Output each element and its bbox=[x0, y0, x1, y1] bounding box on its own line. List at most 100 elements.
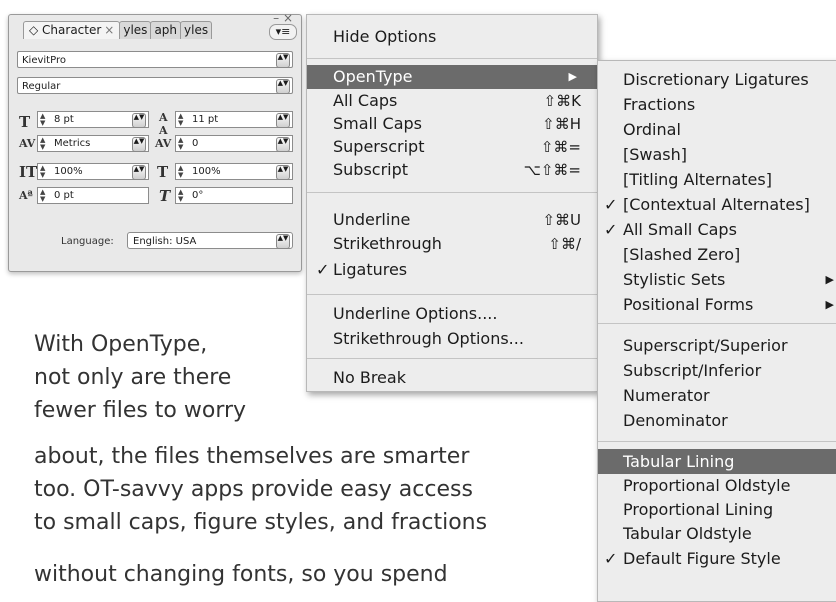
menu-separator bbox=[307, 192, 597, 193]
submenu-item-label: Proportional Oldstyle bbox=[623, 476, 791, 495]
font-size-stepper-icon[interactable]: ▲▼ bbox=[132, 113, 146, 128]
tracking-input[interactable]: ▲ ▼ 0 ▲▼ bbox=[175, 135, 293, 152]
submenu-item-label: Superscript/Superior bbox=[623, 336, 788, 355]
vertical-scale-stepper-icon[interactable]: ▲▼ bbox=[132, 165, 146, 180]
horizontal-scale-input[interactable]: ▲ ▼ 100% ▲▼ bbox=[175, 163, 293, 180]
menu-item-label: Small Caps bbox=[333, 114, 422, 133]
horizontal-scale-spin-icon[interactable]: ▲ ▼ bbox=[178, 165, 183, 179]
tab-character[interactable]: ◇ Character × bbox=[23, 21, 121, 39]
menu-item-strikethrough[interactable]: Strikethrough ⇧⌘/ bbox=[307, 232, 597, 256]
baseline-shift-value: 0 pt bbox=[54, 190, 74, 201]
checkmark-icon: ✓ bbox=[604, 195, 618, 214]
horizontal-scale-stepper-icon[interactable]: ▲▼ bbox=[276, 165, 290, 180]
submenu-item-discretionary-ligatures[interactable]: Discretionary Ligatures bbox=[598, 67, 836, 92]
submenu-item-proportional-lining[interactable]: Proportional Lining bbox=[598, 497, 836, 522]
submenu-item-superscript-superior[interactable]: Superscript/Superior bbox=[598, 333, 836, 358]
vertical-scale-spin-icon[interactable]: ▲ ▼ bbox=[40, 165, 45, 179]
menu-item-small-caps[interactable]: Small Caps ⇧⌘H bbox=[307, 112, 597, 136]
submenu-item-label: Denominator bbox=[623, 411, 728, 430]
panel-tabs: ◇ Character × yles aph yles bbox=[23, 21, 213, 39]
vertical-scale-input[interactable]: ▲ ▼ 100% ▲▼ bbox=[37, 163, 149, 180]
menu-item-superscript[interactable]: Superscript ⇧⌘= bbox=[307, 135, 597, 159]
tab-paragraph-styles[interactable]: yles bbox=[180, 21, 213, 39]
horizontal-scale-value: 100% bbox=[192, 166, 221, 177]
tracking-spin-icon[interactable]: ▲ ▼ bbox=[178, 137, 183, 151]
menu-item-shortcut: ⇧⌘H bbox=[542, 115, 581, 133]
opentype-submenu: Discretionary Ligatures Fractions Ordina… bbox=[597, 60, 836, 602]
submenu-item-numerator[interactable]: Numerator bbox=[598, 383, 836, 408]
font-size-input[interactable]: ▲ ▼ 8 pt ▲▼ bbox=[37, 111, 149, 128]
submenu-item-stylistic-sets[interactable]: Stylistic Sets ▶ bbox=[598, 267, 836, 292]
language-select[interactable]: English: USA ▲▼ bbox=[127, 232, 293, 249]
kerning-value: Metrics bbox=[54, 138, 91, 149]
submenu-item-swash[interactable]: [Swash] bbox=[598, 142, 836, 167]
submenu-item-label: Numerator bbox=[623, 386, 710, 405]
menu-item-shortcut: ⇧⌘K bbox=[543, 92, 581, 110]
menu-item-subscript[interactable]: Subscript ⌥⇧⌘= bbox=[307, 158, 597, 182]
close-icon[interactable]: × bbox=[104, 23, 114, 37]
menu-item-all-caps[interactable]: All Caps ⇧⌘K bbox=[307, 89, 597, 113]
submenu-item-tabular-lining[interactable]: Tabular Lining bbox=[598, 449, 836, 474]
submenu-item-all-small-caps[interactable]: ✓ All Small Caps bbox=[598, 217, 836, 242]
font-family-stepper-icon[interactable]: ▲▼ bbox=[276, 53, 290, 68]
menu-item-hide-options[interactable]: Hide Options bbox=[307, 25, 597, 49]
menu-item-strikethrough-options[interactable]: Strikethrough Options... bbox=[307, 327, 597, 351]
baseline-shift-icon: Aª bbox=[19, 189, 33, 202]
font-family-field[interactable]: KievitPro ▲▼ bbox=[17, 51, 293, 68]
submenu-item-titling-alternates[interactable]: [Titling Alternates] bbox=[598, 167, 836, 192]
submenu-item-label: [Swash] bbox=[623, 145, 688, 164]
submenu-item-fractions[interactable]: Fractions bbox=[598, 92, 836, 117]
submenu-item-denominator[interactable]: Denominator bbox=[598, 408, 836, 433]
leading-stepper-icon[interactable]: ▲▼ bbox=[276, 113, 290, 128]
kerning-spin-icon[interactable]: ▲ ▼ bbox=[40, 137, 45, 151]
submenu-item-label: [Contextual Alternates] bbox=[623, 195, 810, 214]
menu-item-shortcut: ⌥⇧⌘= bbox=[523, 161, 581, 179]
menu-item-label: Strikethrough Options... bbox=[333, 329, 524, 348]
menu-item-label: Subscript bbox=[333, 160, 409, 179]
menu-item-underline-options[interactable]: Underline Options.... bbox=[307, 302, 597, 326]
font-style-value: Regular bbox=[22, 81, 61, 92]
menu-item-ligatures[interactable]: ✓ Ligatures bbox=[307, 258, 597, 282]
submenu-item-subscript-inferior[interactable]: Subscript/Inferior bbox=[598, 358, 836, 383]
leading-input[interactable]: ▲ ▼ 11 pt ▲▼ bbox=[175, 111, 293, 128]
baseline-shift-input[interactable]: ▲ ▼ 0 pt bbox=[37, 187, 149, 204]
panel-menu-button[interactable]: ▾≡ bbox=[269, 24, 297, 40]
language-label: Language: bbox=[61, 236, 114, 247]
menu-item-label: Superscript bbox=[333, 137, 425, 156]
checkmark-icon: ✓ bbox=[604, 549, 618, 568]
font-size-spin-icon[interactable]: ▲ ▼ bbox=[40, 113, 45, 127]
body-text-line: fewer files to worry bbox=[34, 398, 247, 423]
leading-spin-icon[interactable]: ▲ ▼ bbox=[178, 113, 183, 127]
submenu-item-contextual-alternates[interactable]: ✓ [Contextual Alternates] bbox=[598, 192, 836, 217]
submenu-item-proportional-oldstyle[interactable]: Proportional Oldstyle bbox=[598, 473, 836, 498]
menu-item-underline[interactable]: Underline ⇧⌘U bbox=[307, 208, 597, 232]
panel-window-controls[interactable]: – × bbox=[273, 12, 293, 24]
skew-input[interactable]: ▲ ▼ 0° bbox=[175, 187, 293, 204]
kerning-input[interactable]: ▲ ▼ Metrics ▲▼ bbox=[37, 135, 149, 152]
submenu-item-label: Tabular Oldstyle bbox=[623, 524, 752, 543]
menu-item-label: Strikethrough bbox=[333, 234, 442, 253]
submenu-item-slashed-zero[interactable]: [Slashed Zero] bbox=[598, 242, 836, 267]
skew-spin-icon[interactable]: ▲ ▼ bbox=[178, 189, 183, 203]
menu-item-no-break[interactable]: No Break bbox=[307, 366, 597, 390]
submenu-item-positional-forms[interactable]: Positional Forms ▶ bbox=[598, 292, 836, 317]
skew-icon: T bbox=[159, 187, 171, 205]
tracking-stepper-icon[interactable]: ▲▼ bbox=[276, 137, 290, 152]
body-text-line: too. OT-savvy apps provide easy access bbox=[34, 477, 473, 502]
submenu-item-label: Fractions bbox=[623, 95, 696, 114]
tab-paragraph[interactable]: aph bbox=[150, 21, 182, 39]
font-style-stepper-icon[interactable]: ▲▼ bbox=[276, 79, 290, 94]
menu-separator bbox=[307, 294, 597, 295]
language-stepper-icon[interactable]: ▲▼ bbox=[276, 234, 290, 249]
menu-item-opentype[interactable]: OpenType ▶ bbox=[307, 65, 597, 89]
baseline-shift-spin-icon[interactable]: ▲ ▼ bbox=[40, 189, 45, 203]
body-text-line: without changing fonts, so you spend bbox=[34, 562, 448, 587]
submenu-item-tabular-oldstyle[interactable]: Tabular Oldstyle bbox=[598, 521, 836, 546]
menu-item-shortcut: ⇧⌘/ bbox=[548, 235, 581, 253]
submenu-item-ordinal[interactable]: Ordinal bbox=[598, 117, 836, 142]
font-style-field[interactable]: Regular ▲▼ bbox=[17, 77, 293, 94]
submenu-item-default-figure-style[interactable]: ✓ Default Figure Style bbox=[598, 546, 836, 571]
vertical-scale-icon: IT bbox=[19, 163, 38, 181]
tab-styles[interactable]: yles bbox=[119, 21, 152, 39]
kerning-stepper-icon[interactable]: ▲▼ bbox=[132, 137, 146, 152]
